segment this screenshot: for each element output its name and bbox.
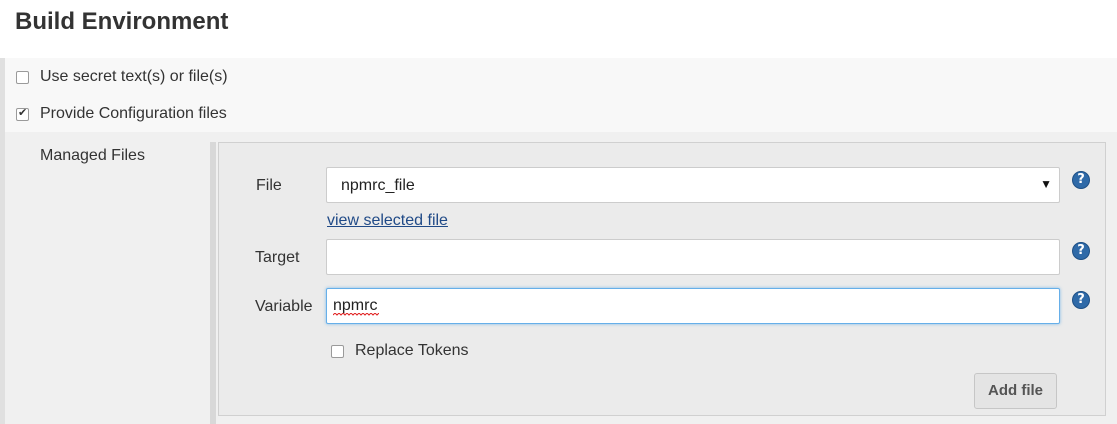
file-label: File (256, 177, 282, 194)
replace-tokens-option[interactable]: Replace Tokens (331, 342, 469, 360)
build-environment-section: Build Environment Use secret text(s) or … (0, 0, 1117, 424)
file-select-value: npmrc_file (341, 177, 415, 194)
help-icon[interactable]: ? (1072, 291, 1090, 309)
section-header: Build Environment (0, 0, 1117, 58)
target-input[interactable] (326, 239, 1060, 275)
option-config-files[interactable]: Provide Configuration files (16, 105, 227, 123)
checkbox-config-files[interactable] (16, 106, 29, 121)
option-secret-text[interactable]: Use secret text(s) or file(s) (16, 68, 228, 86)
help-icon[interactable]: ? (1072, 242, 1090, 260)
variable-label: Variable (255, 298, 313, 315)
checkbox-replace-tokens[interactable] (331, 344, 344, 358)
dropdown-arrow-icon: ▼ (1040, 177, 1052, 191)
add-file-button[interactable]: Add file (974, 373, 1057, 409)
target-label: Target (255, 249, 300, 266)
view-selected-file-link[interactable]: view selected file (327, 212, 448, 230)
section-title: Build Environment (15, 8, 229, 35)
option-config-files-label: Provide Configuration files (40, 105, 227, 122)
replace-tokens-label: Replace Tokens (355, 342, 469, 359)
option-secret-text-label: Use secret text(s) or file(s) (40, 68, 228, 85)
file-select[interactable]: npmrc_file ▼ (326, 167, 1060, 203)
variable-input[interactable] (326, 288, 1060, 324)
nested-divider (210, 142, 216, 424)
managed-files-label: Managed Files (40, 147, 145, 164)
help-icon[interactable]: ? (1072, 171, 1090, 189)
checkbox-secret-text[interactable] (16, 70, 29, 84)
spellcheck-underline (333, 313, 379, 316)
